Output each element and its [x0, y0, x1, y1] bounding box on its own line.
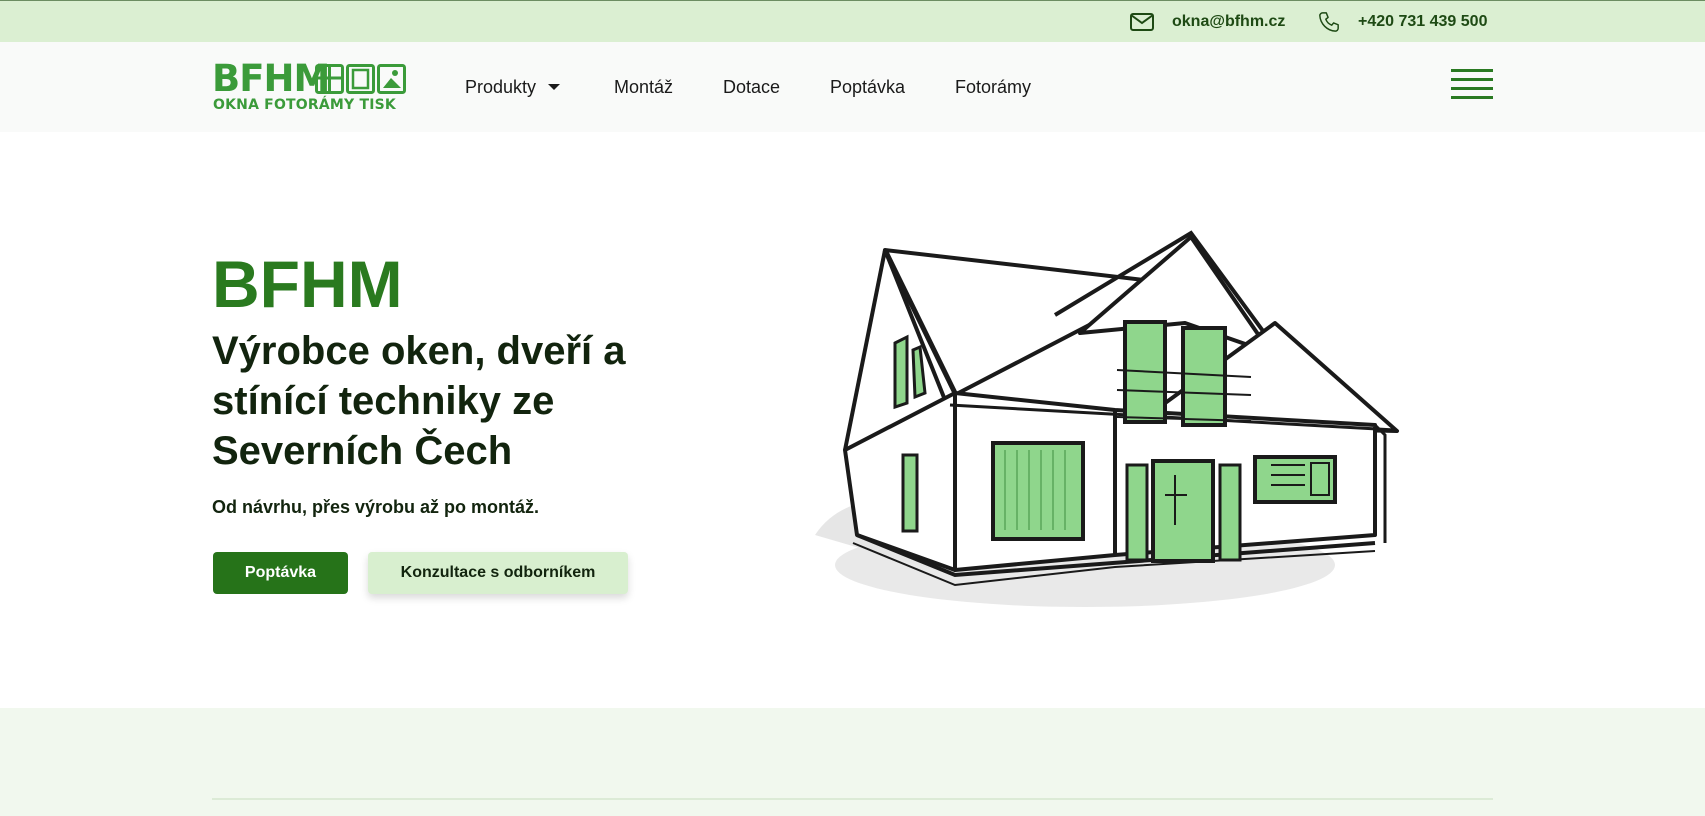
email-contact-link[interactable]: okna@bfhm.cz [1130, 1, 1285, 43]
logo-wordmark: BFHM [212, 57, 330, 100]
nav-item-fotoramy[interactable]: Fotorámy [955, 42, 1031, 132]
top-contact-bar: okna@bfhm.cz +420 731 439 500 [0, 0, 1705, 42]
email-text: okna@bfhm.cz [1172, 13, 1286, 30]
hero-title: Výrobce oken, dveří a stínící techniky z… [212, 329, 626, 473]
hamburger-icon[interactable] [1451, 69, 1493, 101]
poptavka-button[interactable]: Poptávka [213, 552, 348, 594]
site-logo[interactable]: BFHM OKNA FOTORÁMY TISK [212, 57, 406, 115]
phone-text: +420 731 439 500 [1358, 13, 1488, 30]
nav-item-produkty[interactable]: Produkty [465, 42, 561, 132]
phone-contact-link[interactable]: +420 731 439 500 [1318, 1, 1487, 43]
nav-item-montaz[interactable]: Montáž [614, 42, 673, 132]
house-illustration-icon [815, 230, 1399, 607]
nav-item-label: Poptávka [830, 76, 906, 97]
phone-icon [1319, 12, 1339, 32]
lower-section [0, 708, 1705, 816]
nav-item-label: Dotace [723, 76, 781, 97]
logo-window-frames-icon [315, 64, 406, 94]
caret-down-icon [548, 84, 561, 90]
nav-item-label: Montáž [614, 76, 674, 97]
section-divider [212, 798, 1493, 800]
nav-item-label: Produkty [465, 76, 537, 97]
envelope-icon [1130, 13, 1154, 31]
logo-tagline: OKNA FOTORÁMY TISK [213, 97, 396, 113]
hero-subtitle: Od návrhu, přes výrobu až po montáž. [212, 497, 540, 517]
consultation-button[interactable]: Konzultace s odborníkem [368, 552, 628, 594]
nav-item-dotace[interactable]: Dotace [723, 42, 780, 132]
nav-item-label: Fotorámy [955, 76, 1032, 97]
hero-brand: BFHM [212, 247, 403, 321]
nav-item-poptavka[interactable]: Poptávka [830, 42, 905, 132]
